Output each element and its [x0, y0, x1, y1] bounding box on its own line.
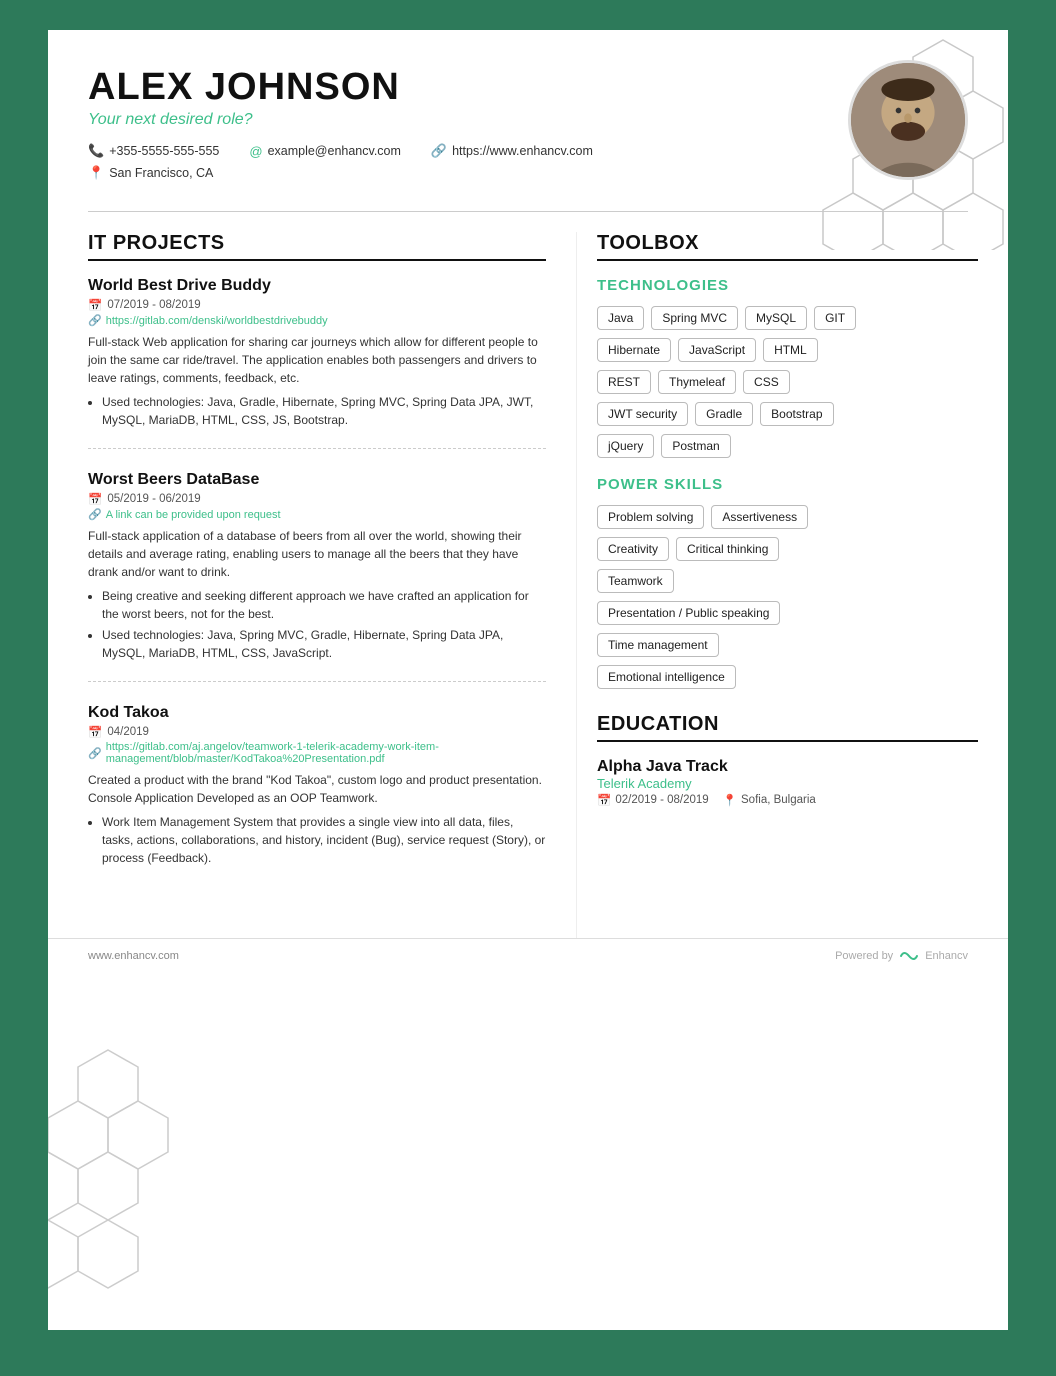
- project-3-desc: Created a product with the brand "Kod Ta…: [88, 771, 546, 807]
- skills-row-1: Problem solving Assertiveness: [597, 505, 978, 529]
- project-2-title: Worst Beers DataBase: [88, 471, 546, 489]
- technologies-row-3: REST Thymeleaf CSS: [597, 370, 978, 394]
- email-icon: @: [249, 144, 262, 159]
- project-1-date: 📅 07/2019 - 08/2019: [88, 298, 546, 312]
- skills-row-3: Teamwork: [597, 569, 978, 593]
- tech-tag-html: HTML: [763, 338, 818, 362]
- link-icon-1: 🔗: [88, 314, 102, 327]
- location-icon-edu: 📍: [723, 793, 737, 807]
- skill-tag-problem-solving: Problem solving: [597, 505, 704, 529]
- project-3-date: 📅 04/2019: [88, 725, 546, 739]
- skills-row-2: Creativity Critical thinking: [597, 537, 978, 561]
- phone-icon: 📞: [88, 143, 104, 159]
- tech-tag-postman: Postman: [661, 434, 730, 458]
- main-content: IT PROJECTS World Best Drive Buddy 📅 07/…: [48, 222, 1008, 938]
- edu-location: 📍 Sofia, Bulgaria: [723, 793, 816, 807]
- left-column: IT PROJECTS World Best Drive Buddy 📅 07/…: [48, 232, 576, 938]
- candidate-name: ALEX JOHNSON: [88, 66, 628, 109]
- tech-tag-git: GIT: [814, 306, 856, 330]
- footer-website: www.enhancv.com: [88, 950, 179, 962]
- link-icon: 🔗: [431, 143, 447, 159]
- project-2-bullet-2: Used technologies: Java, Spring MVC, Gra…: [102, 626, 546, 662]
- candidate-subtitle: Your next desired role?: [88, 111, 628, 129]
- tech-tag-java: Java: [597, 306, 644, 330]
- edu-date: 📅 02/2019 - 08/2019: [597, 793, 709, 807]
- project-3-title: Kod Takoa: [88, 704, 546, 722]
- calendar-icon-1: 📅: [88, 298, 102, 312]
- calendar-icon-edu: 📅: [597, 793, 611, 807]
- tech-tag-gradle: Gradle: [695, 402, 753, 426]
- technologies-row-4: JWT security Gradle Bootstrap: [597, 402, 978, 426]
- header-divider: [88, 211, 968, 212]
- contact-row: 📞 +355-5555-555-555 @ example@enhancv.co…: [88, 143, 628, 181]
- project-2-desc: Full-stack application of a database of …: [88, 527, 546, 581]
- tech-tag-bootstrap: Bootstrap: [760, 402, 833, 426]
- project-2-link: 🔗 A link can be provided upon request: [88, 508, 546, 521]
- project-1-bullets: Used technologies: Java, Gradle, Hiberna…: [88, 393, 546, 429]
- tech-tag-spring-mvc: Spring MVC: [651, 306, 738, 330]
- skill-tag-time-management: Time management: [597, 633, 719, 657]
- skill-tag-critical-thinking: Critical thinking: [676, 537, 779, 561]
- contact-phone: 📞 +355-5555-555-555: [88, 143, 219, 159]
- calendar-icon-3: 📅: [88, 725, 102, 739]
- skill-tag-assertiveness: Assertiveness: [711, 505, 808, 529]
- project-1-title: World Best Drive Buddy: [88, 277, 546, 295]
- project-1: World Best Drive Buddy 📅 07/2019 - 08/20…: [88, 277, 546, 449]
- link-icon-2: 🔗: [88, 508, 102, 521]
- contact-website: 🔗 https://www.enhancv.com: [431, 143, 593, 159]
- skills-row-6: Emotional intelligence: [597, 665, 978, 689]
- education-section-title: EDUCATION: [597, 713, 978, 742]
- project-2: Worst Beers DataBase 📅 05/2019 - 06/2019…: [88, 471, 546, 682]
- tech-tag-mysql: MySQL: [745, 306, 807, 330]
- tech-tag-jquery: jQuery: [597, 434, 654, 458]
- footer-brand: Powered by Enhancv: [835, 949, 968, 963]
- skills-row-5: Time management: [597, 633, 978, 657]
- edu-degree: Alpha Java Track: [597, 758, 978, 776]
- edu-meta: 📅 02/2019 - 08/2019 📍 Sofia, Bulgaria: [597, 793, 978, 807]
- technologies-subtitle: TECHNOLOGIES: [597, 277, 978, 294]
- link-icon-3: 🔗: [88, 747, 102, 760]
- calendar-icon-2: 📅: [88, 492, 102, 506]
- tech-tag-jwt-security: JWT security: [597, 402, 688, 426]
- tech-tag-javascript: JavaScript: [678, 338, 756, 362]
- project-2-bullets: Being creative and seeking different app…: [88, 587, 546, 662]
- education-item-1: Alpha Java Track Telerik Academy 📅 02/20…: [597, 758, 978, 807]
- hex-decoration-bottom-left: [48, 1030, 228, 1330]
- project-3: Kod Takoa 📅 04/2019 🔗 https://gitlab.com…: [88, 704, 546, 886]
- location-icon: 📍: [88, 165, 104, 181]
- right-column: TOOLBOX TECHNOLOGIES Java Spring MVC MyS…: [576, 232, 1008, 938]
- footer: www.enhancv.com Powered by Enhancv: [48, 938, 1008, 973]
- project-1-desc: Full-stack Web application for sharing c…: [88, 333, 546, 387]
- project-3-link: 🔗 https://gitlab.com/aj.angelov/teamwork…: [88, 741, 546, 765]
- skill-tag-creativity: Creativity: [597, 537, 669, 561]
- header: ALEX JOHNSON Your next desired role? 📞 +…: [48, 30, 1008, 201]
- technologies-row-2: Hibernate JavaScript HTML: [597, 338, 978, 362]
- project-3-bullets: Work Item Management System that provide…: [88, 813, 546, 867]
- technologies-row-5: jQuery Postman: [597, 434, 978, 458]
- technologies-row-1: Java Spring MVC MySQL GIT: [597, 306, 978, 330]
- skill-tag-emotional-intelligence: Emotional intelligence: [597, 665, 736, 689]
- toolbox-section-title: TOOLBOX: [597, 232, 978, 261]
- project-2-bullet-1: Being creative and seeking different app…: [102, 587, 546, 623]
- project-1-link: 🔗 https://gitlab.com/denski/worldbestdri…: [88, 314, 546, 327]
- tech-tag-hibernate: Hibernate: [597, 338, 671, 362]
- edu-school: Telerik Academy: [597, 776, 978, 791]
- projects-section-title: IT PROJECTS: [88, 232, 546, 261]
- project-1-bullet-1: Used technologies: Java, Gradle, Hiberna…: [102, 393, 546, 429]
- header-left: ALEX JOHNSON Your next desired role? 📞 +…: [88, 66, 628, 181]
- avatar: [848, 60, 968, 180]
- skill-tag-public-speaking: Presentation / Public speaking: [597, 601, 780, 625]
- power-skills-subtitle: POWER SKILLS: [597, 476, 978, 493]
- tech-tag-css: CSS: [743, 370, 790, 394]
- tech-tag-rest: REST: [597, 370, 651, 394]
- skill-tag-teamwork: Teamwork: [597, 569, 674, 593]
- contact-location: 📍 San Francisco, CA: [88, 165, 213, 181]
- tech-tag-thymeleaf: Thymeleaf: [658, 370, 736, 394]
- project-2-date: 📅 05/2019 - 06/2019: [88, 492, 546, 506]
- project-3-bullet-1: Work Item Management System that provide…: [102, 813, 546, 867]
- skills-row-4: Presentation / Public speaking: [597, 601, 978, 625]
- resume-page: ALEX JOHNSON Your next desired role? 📞 +…: [48, 30, 1008, 1330]
- enhancv-logo-icon: [899, 949, 919, 963]
- contact-email: @ example@enhancv.com: [249, 143, 401, 159]
